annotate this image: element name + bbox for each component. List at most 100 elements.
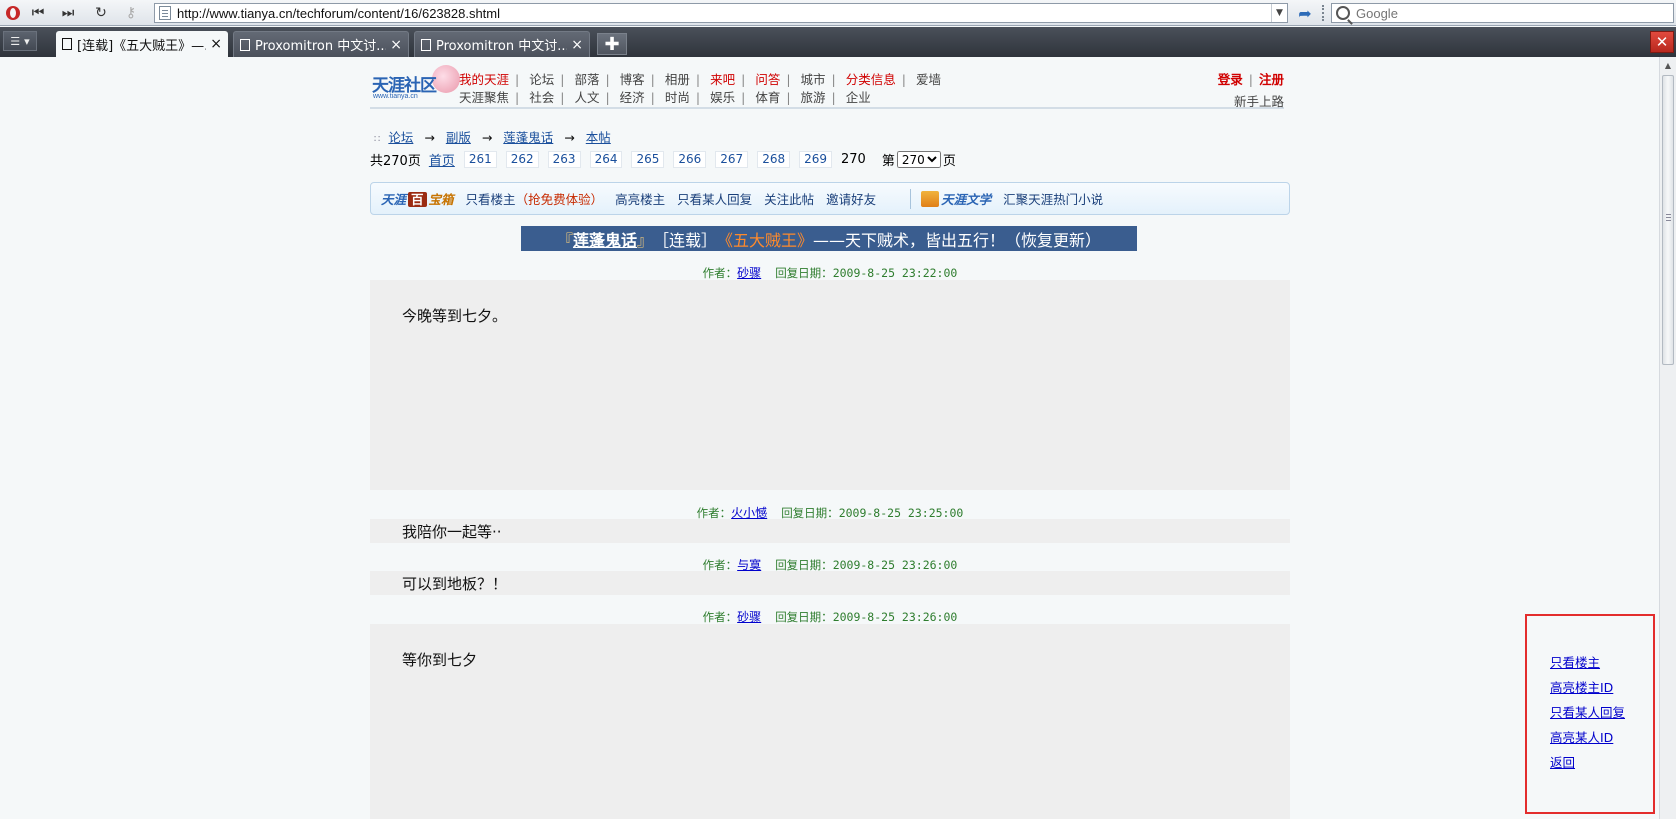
close-icon[interactable]: ×	[210, 36, 222, 52]
nav-blog[interactable]: 博客	[620, 72, 645, 87]
side-highlight-someone-link[interactable]: 高亮某人ID	[1550, 727, 1613, 746]
nav-city[interactable]: 城市	[801, 72, 826, 87]
vertical-scrollbar[interactable]: ▲	[1659, 57, 1676, 819]
post-author-link[interactable]: 砂骤	[737, 610, 761, 624]
breadcrumb-sub-board[interactable]: 副版	[446, 130, 471, 145]
first-page-link[interactable]: 首页	[429, 150, 455, 169]
books-icon	[921, 190, 940, 207]
browser-toolbar: ⏮ ⏭ ↻ ⚷ http://www.tianya.cn/techforum/c…	[0, 0, 1676, 26]
nav-humanities[interactable]: 人文	[574, 90, 599, 105]
scroll-up-icon[interactable]: ▲	[1660, 57, 1676, 73]
globe-icon	[432, 65, 460, 93]
key-icon: ⚷	[125, 5, 137, 21]
page-link-261[interactable]: 261	[463, 151, 497, 168]
close-icon: ✕	[1655, 33, 1669, 51]
highlight-op-link[interactable]: 高亮楼主	[615, 189, 665, 208]
follow-thread-link[interactable]: 关注此帖	[764, 189, 814, 208]
tianya-logo[interactable]: 天涯社区 www.tianya.cn	[372, 65, 460, 105]
nav-love-wall[interactable]: 爱墙	[916, 72, 941, 87]
breadcrumb-board[interactable]: 莲蓬鬼话	[503, 130, 553, 145]
opera-menu-icon[interactable]	[3, 3, 23, 23]
reload-icon[interactable]: ↻	[91, 3, 111, 23]
post-body: 今晚等到七夕。	[370, 280, 1290, 490]
post-author-link[interactable]: 与寞	[737, 558, 761, 572]
tab-proxomitron-1[interactable]: Proxomitron 中文讨...... ×	[233, 31, 409, 57]
nav-society[interactable]: 社会	[529, 90, 554, 105]
hot-novels-link[interactable]: 汇聚天涯热门小说	[1003, 189, 1103, 208]
address-url[interactable]: http://www.tianya.cn/techforum/content/1…	[177, 6, 1271, 21]
thread-board-link[interactable]: 莲蓬鬼话	[573, 227, 637, 251]
side-only-op-link[interactable]: 只看楼主	[1550, 652, 1600, 671]
toolbox-brand: 天涯百宝箱	[381, 192, 454, 207]
page-link-265[interactable]: 265	[631, 151, 665, 168]
pagination: 共270页 首页 261 262 263 264 265 266 267 268…	[370, 150, 956, 169]
nav-classifieds[interactable]: 分类信息	[846, 72, 896, 87]
page-link-263[interactable]: 263	[547, 151, 581, 168]
close-window-button[interactable]: ✕	[1650, 31, 1674, 53]
address-bar[interactable]: http://www.tianya.cn/techforum/content/1…	[154, 3, 1288, 23]
breadcrumb-current[interactable]: 本帖	[586, 130, 611, 145]
side-only-someone-link[interactable]: 只看某人回复	[1550, 702, 1625, 721]
nav-tribe[interactable]: 部落	[574, 72, 599, 87]
register-link[interactable]: 注册	[1259, 72, 1284, 87]
go-arrow-icon[interactable]: ➦	[1293, 3, 1317, 23]
list-icon: ☰	[10, 34, 21, 48]
tianya-toolbox: 天涯百宝箱 只看楼主（抢免费体验） 高亮楼主 只看某人回复 关注此帖 邀请好友 …	[370, 182, 1290, 215]
only-someone-link[interactable]: 只看某人回复	[677, 189, 752, 208]
nav-travel[interactable]: 旅游	[801, 90, 826, 105]
tab-label: Proxomitron 中文讨......	[255, 39, 386, 54]
page-link-266[interactable]: 266	[673, 151, 707, 168]
nav-sports[interactable]: 体育	[755, 90, 780, 105]
nav-laiba[interactable]: 来吧	[710, 72, 735, 87]
site-header: 天涯社区 www.tianya.cn 我的天涯 | 论坛 | 部落 | 博客 | 相册 |…	[370, 63, 1284, 109]
nav-entertainment[interactable]: 娱乐	[710, 90, 735, 105]
breadcrumb: ∷ 论坛 → 副版 → 莲蓬鬼话 → 本帖	[374, 127, 611, 146]
close-icon[interactable]: ×	[571, 37, 583, 53]
page-icon	[159, 6, 171, 20]
invite-friends-link[interactable]: 邀请好友	[826, 189, 876, 208]
rewind-icon[interactable]: ⏮	[28, 3, 48, 23]
close-icon[interactable]: ×	[390, 37, 402, 53]
panels-menu-button[interactable]: ☰ ▾	[3, 31, 37, 51]
page-link-269[interactable]: 269	[799, 151, 832, 168]
new-tab-button[interactable]: ✚	[597, 33, 627, 55]
page-link-264[interactable]: 264	[589, 151, 623, 168]
nav-qa[interactable]: 问答	[755, 72, 780, 87]
fast-forward-icon[interactable]: ⏭	[58, 3, 78, 23]
nav-business[interactable]: 企业	[846, 90, 871, 105]
nav-forum[interactable]: 论坛	[529, 72, 554, 87]
page-link-267[interactable]: 267	[715, 151, 749, 168]
post-body: 可以到地板？！	[370, 571, 1290, 595]
address-dropdown-icon[interactable]: ▼	[1271, 4, 1287, 22]
literature-brand[interactable]: 天涯文学	[941, 189, 991, 208]
page-select[interactable]: 270	[896, 151, 941, 168]
breadcrumb-forum[interactable]: 论坛	[388, 130, 413, 145]
search-input[interactable]	[1356, 5, 1656, 21]
tab-label: [连载]《五大贼王》—…	[77, 38, 207, 54]
page-link-268[interactable]: 268	[757, 151, 791, 168]
page-viewport: 天涯社区 www.tianya.cn 我的天涯 | 论坛 | 部落 | 博客 | 相册 |…	[0, 57, 1659, 819]
tab-active[interactable]: [连载]《五大贼王》—… ×	[56, 31, 228, 57]
post-author-link[interactable]: 砂骤	[737, 266, 761, 280]
page-link-262[interactable]: 262	[505, 151, 539, 168]
nav-focus[interactable]: 天涯聚焦	[459, 90, 509, 105]
arrow-icon: →	[424, 130, 435, 145]
nav-economy[interactable]: 经济	[620, 90, 645, 105]
nav-fashion[interactable]: 时尚	[665, 90, 690, 105]
only-op-link[interactable]: 只看楼主（抢免费体验）	[466, 189, 604, 208]
tab-proxomitron-2[interactable]: Proxomitron 中文讨...... ×	[414, 31, 590, 57]
newbie-link[interactable]: 新手上路	[1218, 91, 1284, 110]
post-author-link[interactable]: 火小憾	[731, 506, 767, 520]
page-icon	[421, 38, 431, 51]
side-back-link[interactable]: 返回	[1550, 752, 1575, 771]
side-highlight-op-link[interactable]: 高亮楼主ID	[1550, 677, 1613, 696]
search-box[interactable]	[1331, 3, 1674, 23]
tab-bar: ☰▾ [连载]《五大贼王》—… × Proxomitron 中文讨...... …	[0, 27, 1676, 57]
post-content: 可以到地板？！	[402, 575, 508, 593]
login-link[interactable]: 登录	[1218, 72, 1243, 87]
toolbar-grip[interactable]	[1322, 5, 1325, 21]
account-links: 登录 | 注册 新手上路	[1217, 72, 1284, 110]
nav-album[interactable]: 相册	[665, 72, 690, 87]
scrollbar-thumb[interactable]	[1662, 75, 1674, 365]
nav-my-tianya[interactable]: 我的天涯	[459, 72, 509, 87]
